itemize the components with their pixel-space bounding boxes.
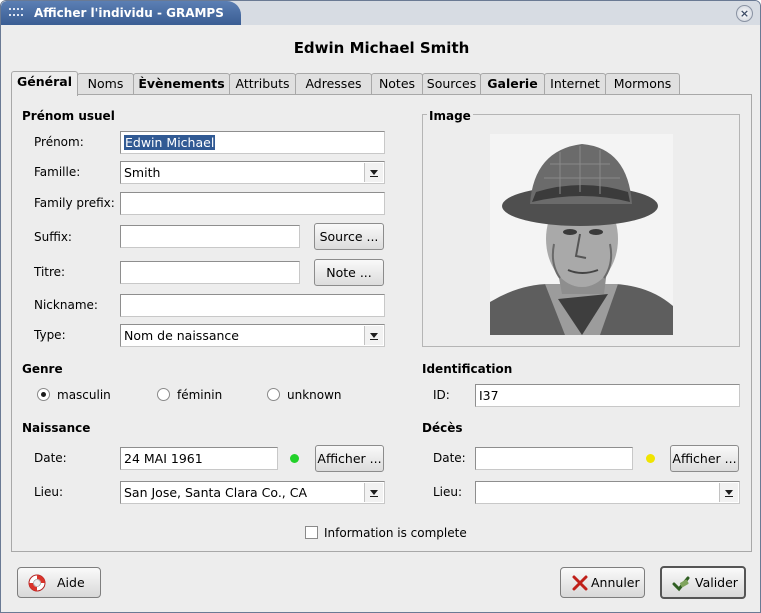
death-section-heading: Décès — [422, 421, 463, 435]
given-name-input[interactable]: Edwin Michael — [120, 131, 385, 154]
birth-place-value: San Jose, Santa Clara Co., CA — [124, 485, 308, 500]
portrait-photo-icon — [490, 134, 673, 335]
tab-sources[interactable]: Sources — [422, 73, 481, 95]
gender-female-label[interactable]: féminin — [177, 388, 222, 402]
source-button[interactable]: Source ... — [314, 223, 384, 250]
identification-section-heading: Identification — [422, 362, 513, 376]
title-input[interactable] — [120, 261, 300, 284]
birth-section-heading: Naissance — [22, 421, 91, 435]
family-name-combo[interactable]: Smith — [120, 161, 385, 184]
window-menu-icon[interactable] — [9, 8, 23, 18]
family-name-value: Smith — [124, 165, 161, 180]
birth-place-combo[interactable]: San Jose, Santa Clara Co., CA — [120, 481, 385, 504]
death-date-input[interactable] — [475, 447, 633, 470]
person-editor-window: Afficher l'individu - GRAMPS × Edwin Mic… — [0, 0, 761, 613]
suffix-input[interactable] — [120, 225, 300, 248]
dropdown-arrow-icon[interactable] — [364, 483, 383, 502]
dropdown-arrow-icon[interactable] — [364, 326, 383, 345]
tab-mormons[interactable]: Mormons — [605, 73, 680, 95]
ok-button[interactable]: Valider — [660, 566, 746, 599]
birth-date-label: Date: — [34, 451, 67, 465]
nickname-label: Nickname: — [34, 298, 98, 312]
lifebuoy-icon — [28, 574, 46, 592]
tab-general[interactable]: Général — [11, 71, 78, 96]
dropdown-arrow-icon[interactable] — [364, 163, 383, 182]
death-place-label: Lieu: — [433, 485, 463, 499]
help-button-label: Aide — [57, 575, 85, 590]
nickname-input[interactable] — [120, 294, 385, 317]
death-date-valid-indicator — [646, 454, 655, 463]
red-x-icon — [572, 575, 588, 591]
title-tab: Afficher l'individu - GRAMPS — [1, 1, 241, 25]
birth-date-input[interactable]: 24 MAI 1961 — [120, 447, 278, 470]
tab-addresses[interactable]: Adresses — [295, 73, 372, 95]
help-button[interactable]: Aide — [17, 567, 101, 598]
note-button[interactable]: Note ... — [314, 259, 384, 286]
birth-date-valid-indicator — [290, 454, 299, 463]
cancel-button-label: Annuler — [591, 575, 640, 590]
id-label: ID: — [433, 388, 450, 402]
title-bar[interactable]: Afficher l'individu - GRAMPS × — [1, 1, 760, 25]
birth-place-label: Lieu: — [34, 485, 64, 499]
cancel-button[interactable]: Annuler — [560, 567, 645, 598]
close-icon[interactable]: × — [736, 5, 753, 22]
person-name-heading: Edwin Michael Smith — [293, 39, 470, 57]
title-label: Titre: — [34, 265, 66, 279]
check-hand-icon — [672, 576, 690, 592]
death-place-combo[interactable] — [475, 481, 740, 504]
image-section-heading: Image — [427, 109, 473, 123]
given-name-label: Prénom: — [34, 135, 84, 149]
tab-gallery[interactable]: Galerie — [480, 73, 545, 95]
information-complete-label[interactable]: Information is complete — [324, 526, 467, 540]
tab-internet[interactable]: Internet — [544, 73, 606, 95]
person-portrait-image[interactable] — [490, 134, 673, 335]
gender-male-label[interactable]: masculin — [57, 388, 111, 402]
death-date-label: Date: — [433, 451, 466, 465]
name-type-value: Nom de naissance — [124, 328, 239, 343]
information-complete-checkbox[interactable] — [305, 526, 318, 539]
name-type-label: Type: — [34, 328, 66, 342]
gender-female-radio[interactable] — [157, 388, 170, 401]
tab-notes[interactable]: Notes — [371, 73, 423, 95]
window-title: Afficher l'individu - GRAMPS — [34, 6, 224, 20]
gender-section-heading: Genre — [22, 362, 63, 376]
id-input[interactable]: I37 — [475, 384, 740, 407]
suffix-label: Suffix: — [34, 230, 72, 244]
gender-unknown-radio[interactable] — [267, 388, 280, 401]
gender-unknown-label[interactable]: unknown — [287, 388, 342, 402]
death-show-button[interactable]: Afficher ... — [670, 445, 739, 472]
dropdown-arrow-icon[interactable] — [719, 483, 738, 502]
family-name-label: Famille: — [34, 165, 81, 179]
gender-male-radio[interactable] — [37, 388, 50, 401]
given-name-value: Edwin Michael — [124, 135, 216, 150]
birth-show-button[interactable]: Afficher ... — [315, 445, 384, 472]
family-prefix-input[interactable] — [120, 192, 385, 215]
tab-events[interactable]: Èvènements — [133, 73, 230, 95]
name-section-heading: Prénom usuel — [22, 109, 115, 123]
family-prefix-label: Family prefix: — [34, 196, 115, 210]
tab-attributes[interactable]: Attributs — [229, 73, 296, 95]
ok-button-label: Valider — [695, 575, 738, 590]
tab-names[interactable]: Noms — [77, 73, 134, 95]
name-type-combo[interactable]: Nom de naissance — [120, 324, 385, 347]
